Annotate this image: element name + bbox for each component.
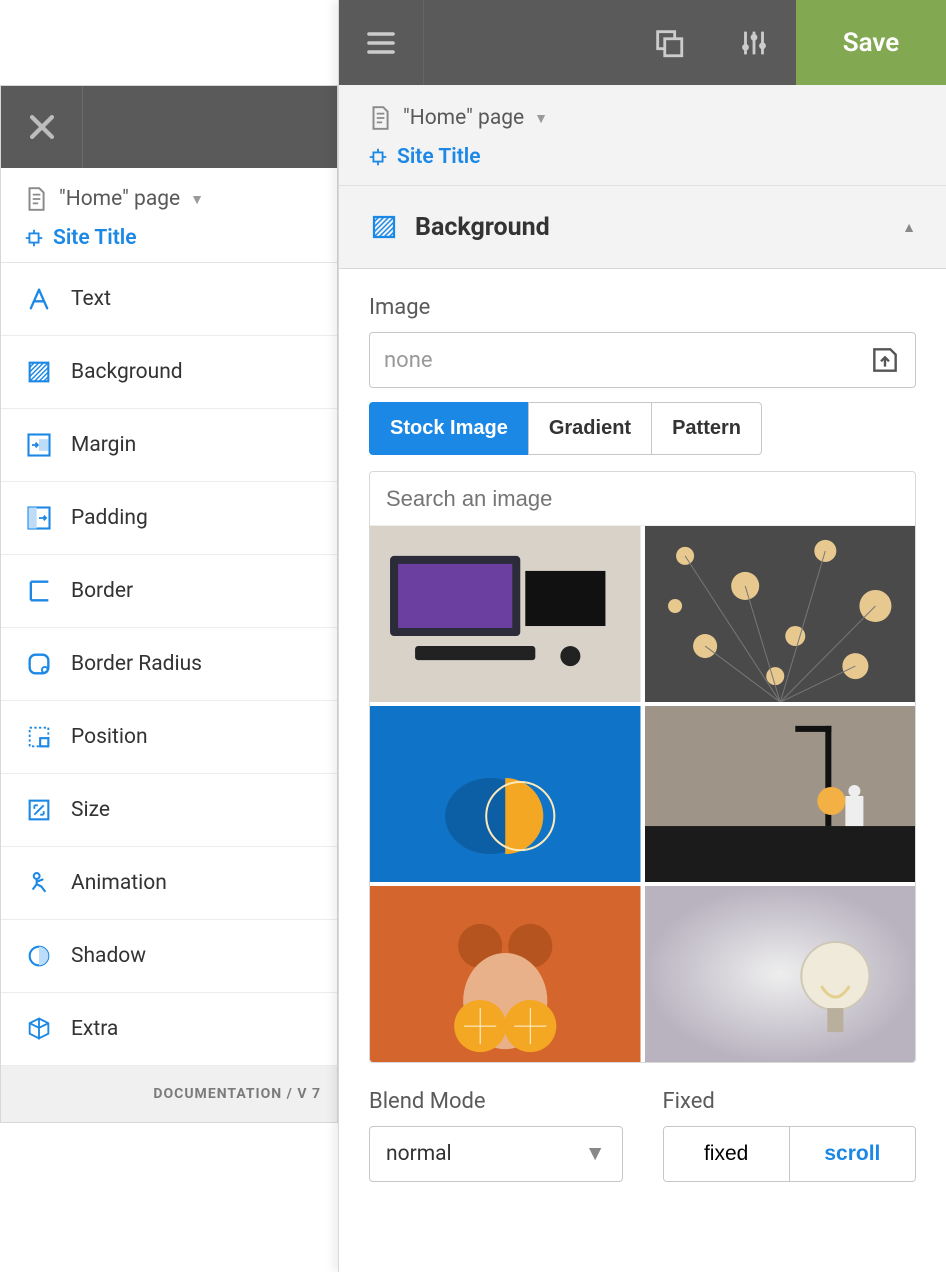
- left-footer: DOCUMENTATION / V 7: [1, 1066, 337, 1122]
- fixed-control: Fixed fixed scroll: [663, 1089, 917, 1182]
- upload-icon[interactable]: [869, 344, 901, 376]
- blend-mode-control: Blend Mode normal ▼: [369, 1089, 623, 1182]
- stock-thumbnail[interactable]: [645, 526, 916, 702]
- controls-row: Blend Mode normal ▼ Fixed fixed scroll: [369, 1089, 916, 1182]
- padding-icon: [25, 504, 53, 532]
- prop-item-padding[interactable]: Padding: [1, 482, 337, 555]
- stock-thumbnail[interactable]: [370, 706, 641, 882]
- blend-mode-select[interactable]: normal ▼: [369, 1126, 623, 1182]
- prop-label: Text: [71, 287, 111, 311]
- prop-label: Position: [71, 725, 148, 749]
- chevron-down-icon: ▼: [534, 110, 548, 127]
- prop-item-text[interactable]: Text: [1, 263, 337, 336]
- search-input[interactable]: [370, 472, 915, 526]
- stock-image-picker: [369, 471, 916, 1063]
- breadcrumb-page[interactable]: "Home" page ▼: [23, 186, 315, 212]
- prop-item-shadow[interactable]: Shadow: [1, 920, 337, 993]
- save-label: Save: [843, 28, 900, 58]
- size-icon: [25, 796, 53, 824]
- prop-item-size[interactable]: Size: [1, 774, 337, 847]
- prop-label: Extra: [71, 1017, 118, 1041]
- image-input[interactable]: none: [369, 332, 916, 388]
- image-source-tabs: Stock Image Gradient Pattern: [369, 402, 916, 455]
- section-header[interactable]: Background ▲: [339, 186, 946, 269]
- section-title: Background: [415, 213, 886, 242]
- image-value: none: [384, 348, 869, 373]
- close-button[interactable]: [1, 86, 83, 168]
- prop-label: Size: [71, 798, 110, 822]
- breadcrumb-site[interactable]: Site Title: [23, 226, 315, 250]
- hamburger-icon: [363, 25, 399, 61]
- prop-item-animation[interactable]: Animation: [1, 847, 337, 920]
- page-icon: [23, 186, 49, 212]
- left-panel: "Home" page ▼ Site Title Text Background…: [0, 85, 338, 1123]
- target-icon: [367, 146, 389, 168]
- chevron-down-icon: ▼: [585, 1142, 606, 1166]
- blend-label: Blend Mode: [369, 1089, 623, 1114]
- prop-item-extra[interactable]: Extra: [1, 993, 337, 1066]
- section-body: Image none Stock Image Gradient Pattern: [339, 269, 946, 1182]
- border-radius-icon: [25, 650, 53, 678]
- tab-pattern[interactable]: Pattern: [651, 402, 762, 455]
- prop-label: Padding: [71, 506, 148, 530]
- breadcrumb-site-label: Site Title: [53, 226, 137, 250]
- close-icon: [25, 110, 59, 144]
- prop-item-position[interactable]: Position: [1, 701, 337, 774]
- prop-label: Border: [71, 579, 133, 603]
- breadcrumb-page[interactable]: "Home" page ▼: [367, 105, 918, 131]
- chevron-down-icon: ▼: [190, 191, 204, 208]
- prop-item-border[interactable]: Border: [1, 555, 337, 628]
- prop-label: Shadow: [71, 944, 146, 968]
- stock-thumbnail[interactable]: [370, 886, 641, 1062]
- tab-gradient[interactable]: Gradient: [528, 402, 652, 455]
- right-panel: Save "Home" page ▼ Site Title Background…: [338, 0, 946, 1272]
- settings-button[interactable]: [711, 0, 796, 85]
- left-topbar: [1, 86, 337, 168]
- fixed-option[interactable]: fixed: [664, 1127, 789, 1181]
- target-icon: [23, 227, 45, 249]
- extra-icon: [25, 1015, 53, 1043]
- breadcrumb-site[interactable]: Site Title: [367, 145, 918, 169]
- property-list: Text Background Margin Padding Border Bo…: [1, 263, 337, 1066]
- fixed-label: Fixed: [663, 1089, 917, 1114]
- prop-label: Margin: [71, 433, 136, 457]
- stock-thumbnail[interactable]: [645, 886, 916, 1062]
- prop-item-margin[interactable]: Margin: [1, 409, 337, 482]
- fixed-toggle: fixed scroll: [663, 1126, 917, 1182]
- background-icon: [369, 212, 399, 242]
- background-icon: [25, 358, 53, 386]
- prop-item-border-radius[interactable]: Border Radius: [1, 628, 337, 701]
- stock-thumbnail[interactable]: [370, 526, 641, 702]
- right-breadcrumb: "Home" page ▼ Site Title: [339, 85, 946, 186]
- breadcrumb-page-label: "Home" page: [59, 187, 180, 211]
- scroll-option[interactable]: scroll: [789, 1127, 915, 1181]
- prop-label: Animation: [71, 871, 167, 895]
- breadcrumb-page-label: "Home" page: [403, 106, 524, 130]
- breadcrumb: "Home" page ▼ Site Title: [1, 168, 337, 263]
- sliders-icon: [737, 26, 771, 60]
- tab-stock-image[interactable]: Stock Image: [369, 402, 529, 455]
- margin-icon: [25, 431, 53, 459]
- copy-button[interactable]: [626, 0, 711, 85]
- text-icon: [25, 285, 53, 313]
- thumb-grid: [370, 526, 915, 1062]
- position-icon: [25, 723, 53, 751]
- breadcrumb-site-label: Site Title: [397, 145, 481, 169]
- animation-icon: [25, 869, 53, 897]
- image-label: Image: [369, 295, 916, 320]
- chevron-up-icon: ▲: [902, 219, 916, 236]
- prop-item-background[interactable]: Background: [1, 336, 337, 409]
- save-button[interactable]: Save: [796, 0, 946, 85]
- prop-label: Border Radius: [71, 652, 202, 676]
- page-icon: [367, 105, 393, 131]
- stock-thumbnail[interactable]: [645, 706, 916, 882]
- copy-icon: [652, 26, 686, 60]
- right-topbar: Save: [339, 0, 946, 85]
- blend-value: normal: [386, 1142, 452, 1166]
- shadow-icon: [25, 942, 53, 970]
- prop-label: Background: [71, 360, 183, 384]
- menu-button[interactable]: [339, 0, 424, 85]
- border-icon: [25, 577, 53, 605]
